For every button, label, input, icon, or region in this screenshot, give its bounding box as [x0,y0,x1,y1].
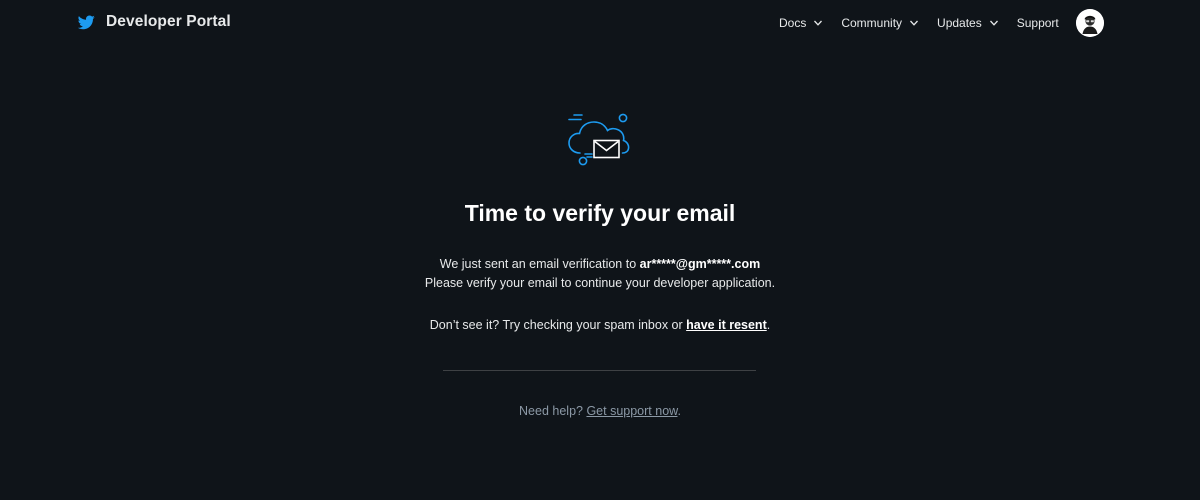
help-prefix: Need help? [519,404,587,418]
help-text: Need help? Get support now. [0,404,1200,418]
resend-email-link[interactable]: have it resent [686,318,767,332]
top-nav: Docs Community Updates Support [779,15,1059,31]
help-suffix: . [677,404,681,418]
nav-updates-label: Updates [937,16,982,30]
nav-updates[interactable]: Updates [937,16,999,30]
spam-hint: Don’t see it? Try checking your spam inb… [0,316,1200,334]
user-avatar[interactable] [1076,9,1104,37]
nav-community[interactable]: Community [841,16,919,30]
verification-message: We just sent an email verification to ar… [0,255,1200,273]
chevron-down-icon [910,20,919,26]
spam-hint-prefix: Don’t see it? Try checking your spam inb… [429,318,687,332]
brand-name: Developer Portal [106,13,231,30]
spam-hint-suffix: . [766,318,771,332]
nav-community-label: Community [841,16,903,30]
page-title: Time to verify your email [464,200,736,226]
cloud-envelope-icon [568,113,630,166]
nav-docs[interactable]: Docs [779,16,823,30]
verification-message-prefix: We just sent an email verification to [439,257,640,271]
top-header: Developer Portal Docs Community Updates … [0,0,1200,46]
nav-support[interactable]: Support [1017,16,1059,30]
chevron-down-icon [814,20,823,26]
user-avatar-icon [1076,9,1104,37]
brand-link[interactable]: Developer Portal [78,11,231,33]
chevron-down-icon [989,20,998,26]
nav-support-label: Support [1016,16,1059,30]
nav-docs-label: Docs [779,16,807,30]
get-support-link[interactable]: Get support now [586,404,677,418]
twitter-bird-icon [78,14,95,29]
masked-email: ar*****@gm*****.com [639,257,761,271]
verification-instructions: Please verify your email to continue you… [424,276,776,290]
divider [443,370,756,371]
